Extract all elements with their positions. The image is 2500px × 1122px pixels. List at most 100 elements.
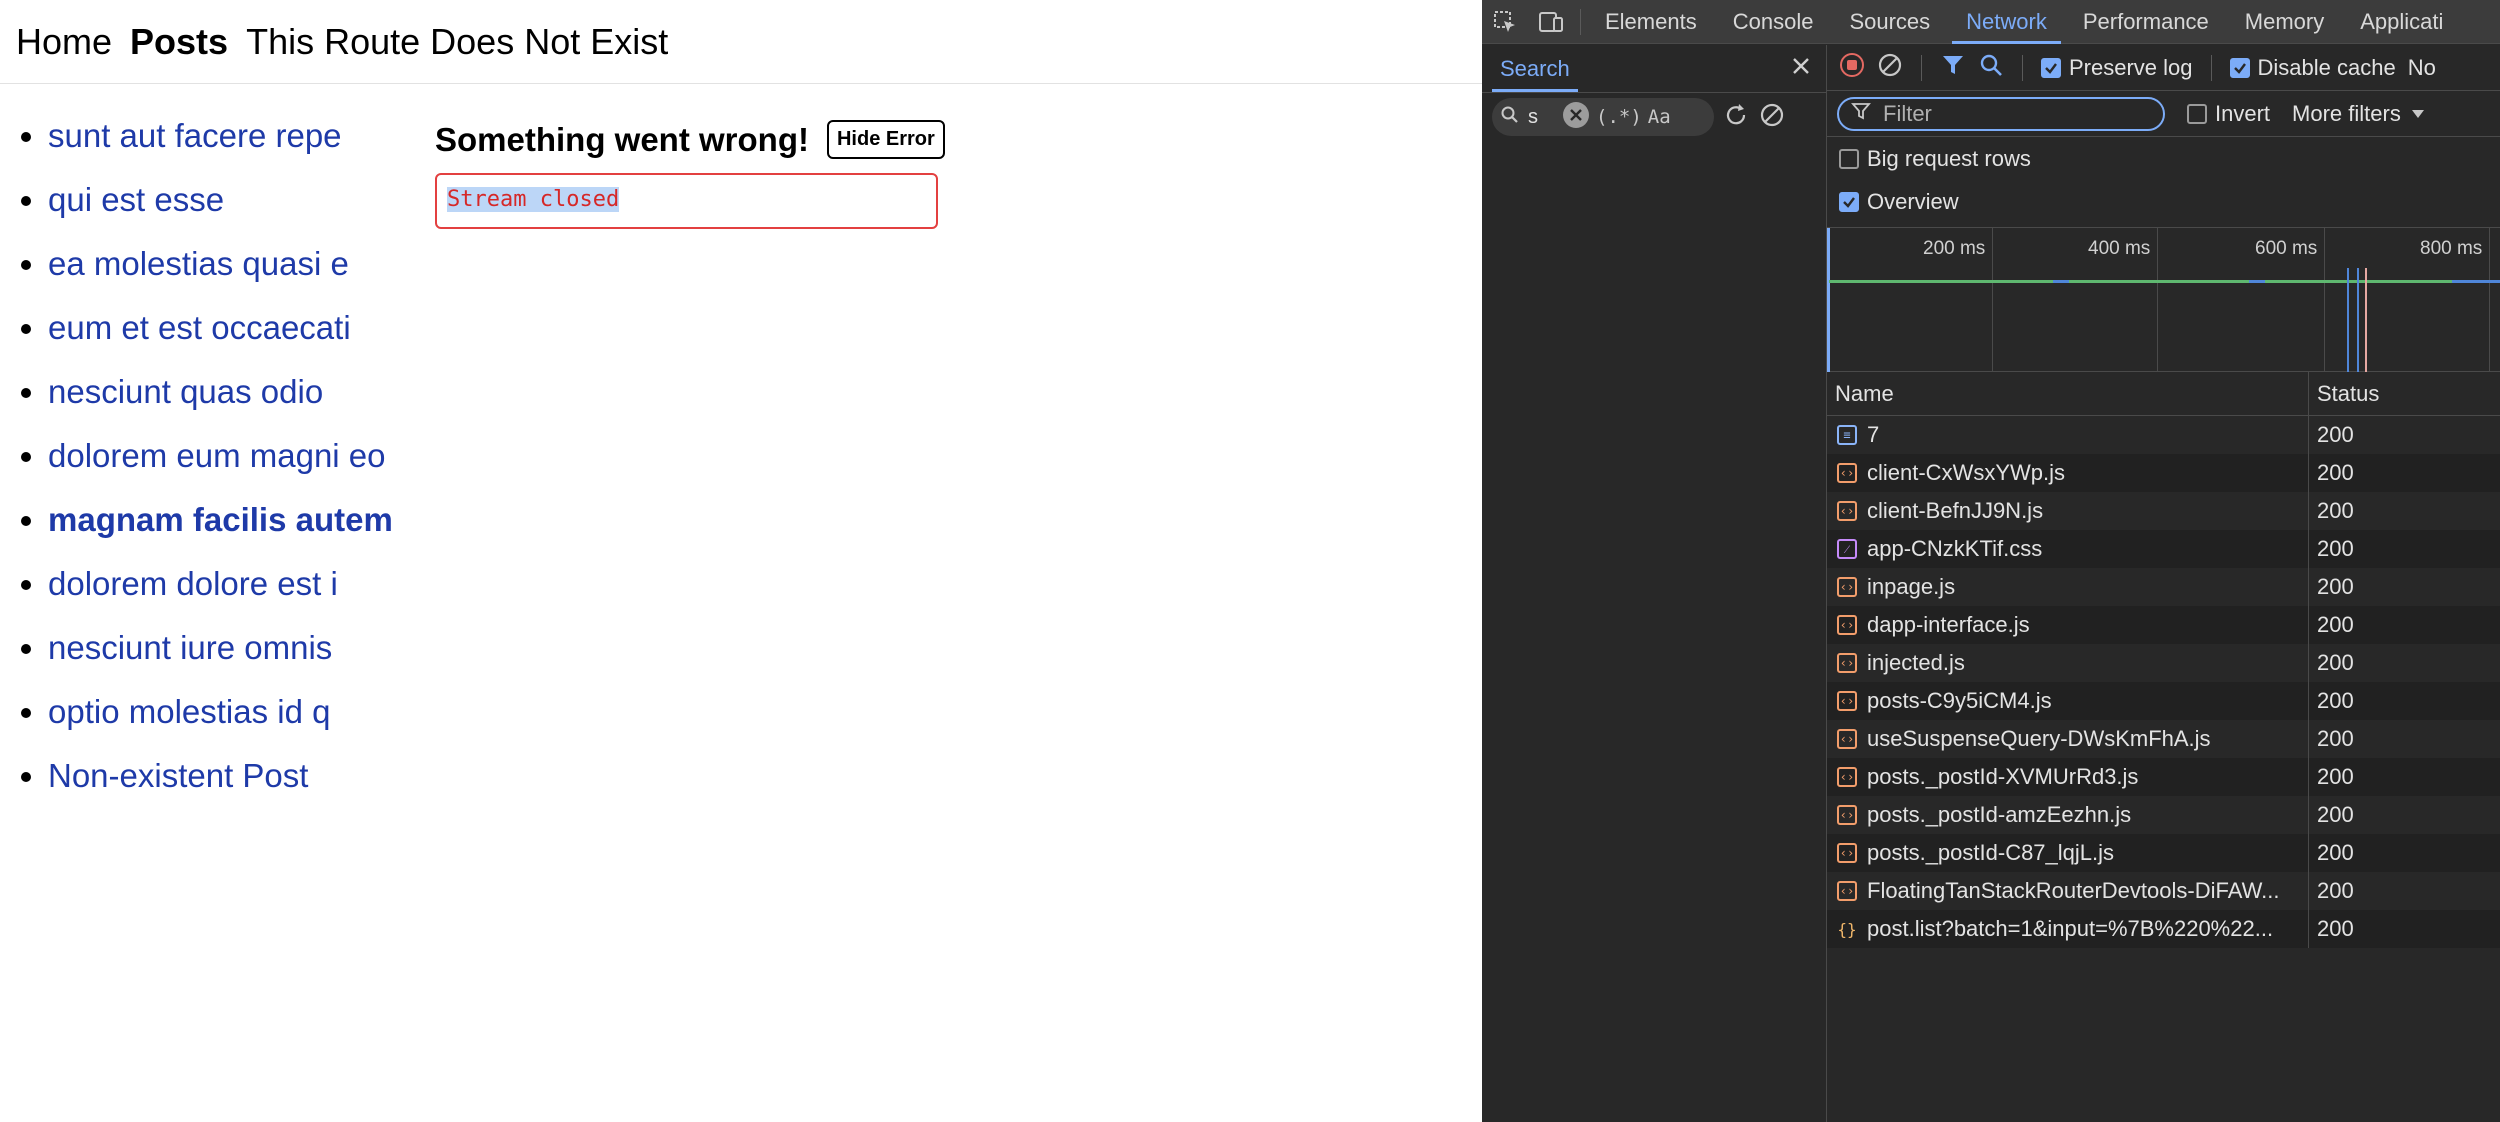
big-rows-option: Big request rows (1827, 137, 2500, 180)
post-link[interactable]: eum et est occaecati (48, 309, 351, 346)
post-link[interactable]: qui est esse (48, 181, 224, 218)
request-name: posts._postId-XVMUrRd3.js (1867, 764, 2139, 789)
filter-bar: Invert More filters (1827, 91, 2500, 137)
table-row[interactable]: ‹› FloatingTanStackRouterDevtools-DiFAW..… (1827, 872, 2500, 910)
tab-console[interactable]: Console (1715, 0, 1832, 44)
post-link[interactable]: nesciunt quas odio (48, 373, 323, 410)
regex-toggle[interactable]: (.*) (1596, 106, 1642, 128)
list-item: sunt aut facere repe (48, 104, 393, 168)
request-status: 200 (2317, 574, 2354, 599)
script-icon: ‹› (1837, 463, 1857, 483)
overview-label: Overview (1867, 188, 1959, 214)
post-link[interactable]: ea molestias quasi e (48, 245, 349, 282)
table-row[interactable]: {} post.list?batch=1&input=%7B%220%22... 2… (1827, 910, 2500, 948)
search-tab-title[interactable]: Search (1500, 56, 1570, 82)
table-row[interactable]: ‹› client-CxWsxYWp.js 200 (1827, 454, 2500, 492)
caret-down-icon (2411, 109, 2424, 118)
stylesheet-icon: ⁄ (1837, 539, 1857, 559)
more-filters-dropdown[interactable]: More filters (2292, 101, 2425, 127)
divider (1921, 54, 1922, 81)
filter-input[interactable] (1881, 99, 2141, 128)
filter-icon[interactable] (1940, 52, 1966, 83)
list-item: Non-existent Post (48, 744, 393, 808)
search-header: Search (1482, 45, 1826, 93)
post-link[interactable]: optio molestias id q (48, 693, 330, 730)
throttling-select[interactable]: No (2408, 55, 2436, 81)
network-panel: Preserve log Disable cache No Invert Mor (1827, 45, 2500, 1122)
tab-elements[interactable]: Elements (1587, 0, 1715, 44)
disable-cache-checkbox[interactable]: Disable cache (2229, 54, 2396, 81)
inspect-element-icon[interactable] (1482, 0, 1528, 44)
script-icon: ‹› (1837, 729, 1857, 749)
requests-table: ≡ 7 200 ‹› client-CxWsxYWp.js 200 ‹› client-B… (1827, 416, 2500, 948)
post-link[interactable]: dolorem eum magni eo (48, 437, 386, 474)
preserve-log-label: Preserve log (2069, 54, 2193, 80)
request-status: 200 (2317, 422, 2354, 447)
checkbox-checked-icon (1839, 191, 1859, 212)
overview-option: Overview (1827, 180, 2500, 223)
post-link[interactable]: nesciunt iure omnis (48, 629, 332, 666)
search-field: (.*) Aa (1492, 98, 1714, 136)
clear-log-icon[interactable] (1877, 52, 1903, 83)
tab-memory[interactable]: Memory (2227, 0, 2342, 44)
column-status-header[interactable]: Status (2309, 381, 2379, 407)
device-toolbar-icon[interactable] (1528, 0, 1574, 44)
app-page: Home Posts This Route Does Not Exist sun… (0, 0, 1482, 1122)
hide-error-button[interactable]: Hide Error (826, 120, 945, 159)
devtools-panel: Elements Console Sources Network Perform… (1482, 0, 2500, 1122)
table-row[interactable]: ‹› posts._postId-C87_lqjL.js 200 (1827, 834, 2500, 872)
app-nav: Home Posts This Route Does Not Exist (0, 0, 1482, 84)
nav-missing-route-link[interactable]: This Route Does Not Exist (246, 21, 668, 63)
timeline-bars (1829, 268, 2500, 373)
tab-network[interactable]: Network (1948, 0, 2065, 44)
divider (2022, 54, 2023, 81)
checkbox-checked-icon (2041, 57, 2061, 78)
big-request-rows-checkbox[interactable]: Big request rows (1839, 146, 2031, 172)
tab-performance[interactable]: Performance (2065, 0, 2227, 44)
search-icon[interactable] (1978, 52, 2004, 83)
table-row[interactable]: ⁄ app-CNzkKTif.css 200 (1827, 530, 2500, 568)
disable-cache-label: Disable cache (2257, 54, 2396, 80)
search-input[interactable] (1526, 104, 1556, 130)
network-overview-timeline[interactable]: 200 ms 400 ms 600 ms 800 ms (1827, 227, 2500, 373)
nav-posts-link[interactable]: Posts (130, 21, 228, 63)
error-header: Something went wrong! Hide Error (435, 120, 945, 159)
overview-checkbox[interactable]: Overview (1839, 189, 1959, 215)
table-row[interactable]: ‹› posts._postId-XVMUrRd3.js 200 (1827, 758, 2500, 796)
close-icon[interactable] (1790, 55, 1812, 82)
table-row[interactable]: ‹› posts._postId-amzEezhn.js 200 (1827, 796, 2500, 834)
more-filters-label: More filters (2292, 100, 2401, 126)
clear-results-icon[interactable] (1758, 101, 1786, 134)
table-row[interactable]: ‹› client-BefnJJ9N.js 200 (1827, 492, 2500, 530)
script-icon: ‹› (1837, 767, 1857, 787)
search-drawer: Search (.*) Aa (1482, 45, 1827, 1122)
posts-list: sunt aut facere repe qui est esse ea mol… (0, 104, 393, 808)
table-row[interactable]: ≡ 7 200 (1827, 416, 2500, 454)
requests-table-header: Name Status (1827, 371, 2500, 416)
post-link[interactable]: sunt aut facere repe (48, 117, 342, 154)
table-row[interactable]: ‹› posts-C9y5iCM4.js 200 (1827, 682, 2500, 720)
error-message: Stream closed (447, 187, 620, 212)
request-status: 200 (2317, 916, 2354, 941)
match-case-toggle[interactable]: Aa (1648, 106, 1671, 128)
post-link[interactable]: dolorem dolore est i (48, 565, 338, 602)
post-link-active[interactable]: magnam facilis autem (48, 501, 393, 538)
preserve-log-checkbox[interactable]: Preserve log (2041, 55, 2193, 81)
nav-home-link[interactable]: Home (16, 21, 112, 63)
tab-application[interactable]: Applicati (2342, 0, 2461, 44)
table-row[interactable]: ‹› inpage.js 200 (1827, 568, 2500, 606)
table-row[interactable]: ‹› useSuspenseQuery-DWsKmFhA.js 200 (1827, 720, 2500, 758)
clear-search-icon[interactable] (1562, 101, 1590, 134)
script-icon: ‹› (1837, 615, 1857, 635)
tab-sources[interactable]: Sources (1831, 0, 1948, 44)
column-name-header[interactable]: Name (1827, 371, 2309, 416)
request-status: 200 (2317, 878, 2354, 903)
refresh-icon[interactable] (1722, 101, 1750, 134)
post-link-nonexistent[interactable]: Non-existent Post (48, 757, 308, 794)
table-row[interactable]: ‹› injected.js 200 (1827, 644, 2500, 682)
table-row[interactable]: ‹› dapp-interface.js 200 (1827, 606, 2500, 644)
list-item: nesciunt iure omnis (48, 616, 393, 680)
request-name: app-CNzkKTif.css (1867, 536, 2043, 561)
invert-checkbox[interactable]: Invert (2187, 101, 2270, 127)
stop-recording-icon[interactable] (1839, 52, 1865, 83)
